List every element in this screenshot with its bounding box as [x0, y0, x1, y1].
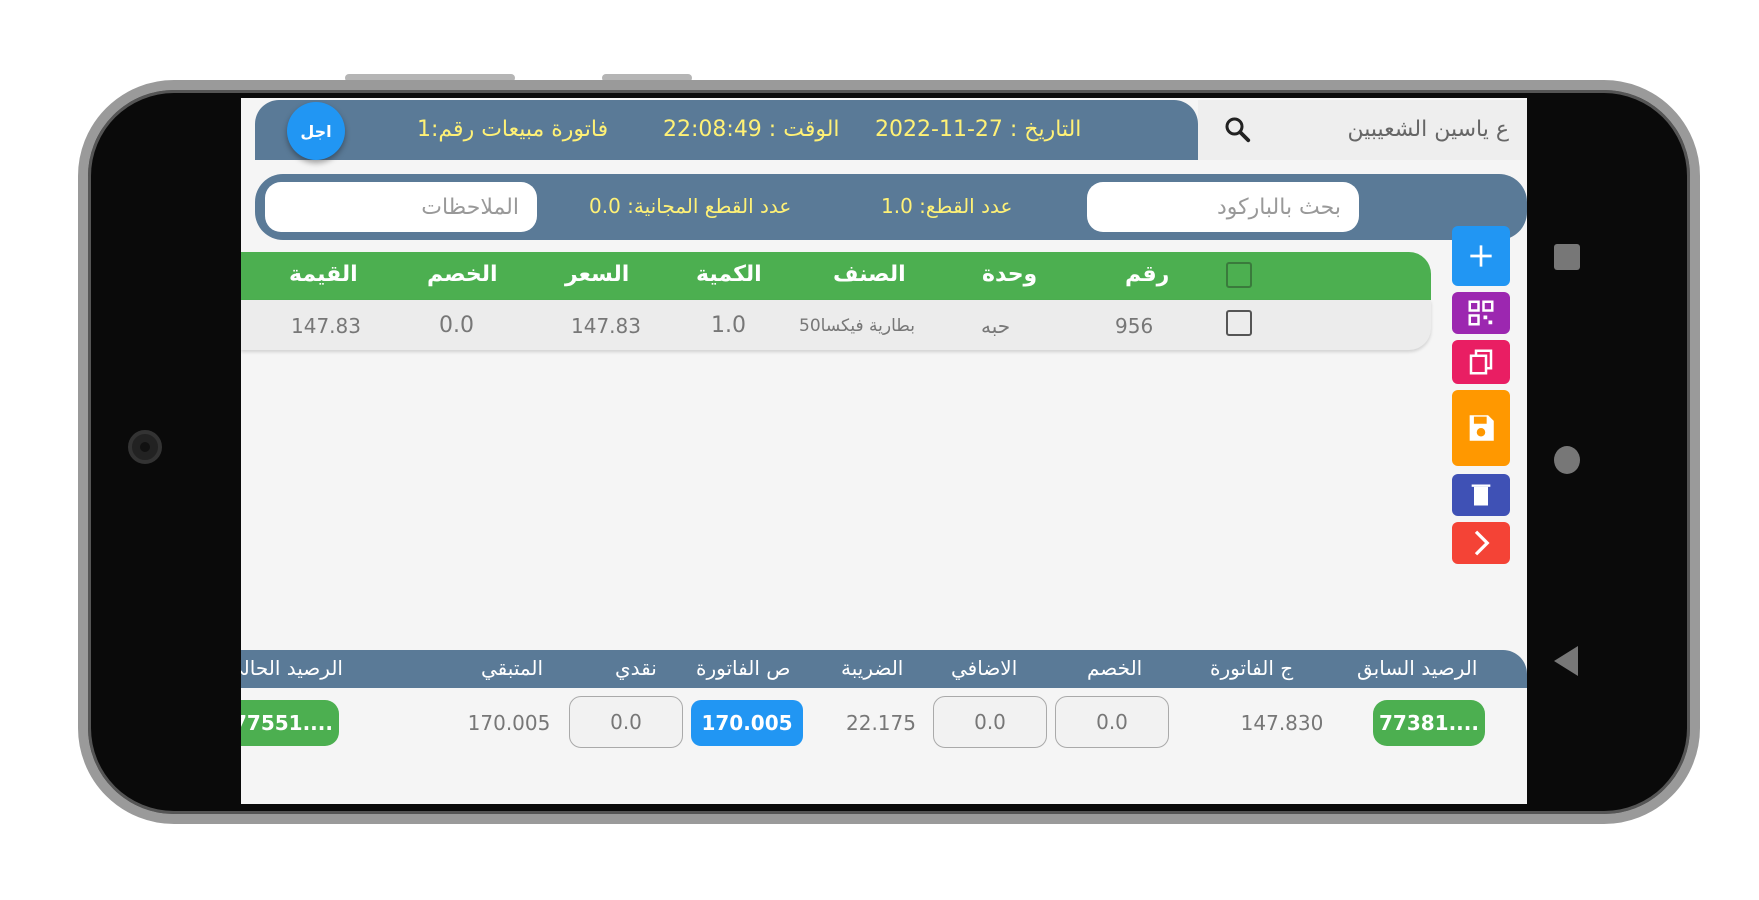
payment-type-button[interactable]: اجل	[287, 102, 345, 160]
table-row[interactable]: 956 حبه 50بطارية فيكسا 1.0 147.83 0.0 14…	[241, 300, 1431, 350]
next-icon	[1474, 530, 1490, 556]
pieces-count: عدد القطع: 1.0	[881, 194, 1013, 218]
column-price: السعر	[565, 262, 630, 287]
remaining-value: 170.005	[467, 711, 551, 735]
row-quantity: 1.0	[711, 313, 746, 338]
column-item: الصنف	[833, 262, 906, 287]
add-item-button[interactable]	[1452, 226, 1510, 286]
header-discount: الخصم	[1087, 656, 1143, 680]
row-number: 956	[1115, 314, 1154, 338]
column-value: القيمة	[289, 262, 358, 287]
search-icon[interactable]	[1222, 114, 1252, 144]
row-item: 50بطارية فيكسا	[799, 316, 915, 336]
free-pieces-count: عدد القطع المجانية: 0.0	[589, 194, 792, 218]
row-value: 147.83	[291, 314, 361, 338]
next-button[interactable]	[1452, 522, 1510, 564]
column-quantity: الكمية	[696, 262, 762, 287]
totals-header: الرصيد السابق ج الفاتورة الخصم الاضافي ا…	[241, 650, 1527, 688]
scan-qr-button[interactable]	[1452, 292, 1510, 334]
cash-input[interactable]: 0.0	[569, 696, 683, 748]
column-number: رقم	[1125, 262, 1170, 287]
header-invoice-total: ج الفاتورة	[1210, 656, 1294, 680]
delete-invoice-button[interactable]	[1452, 474, 1510, 516]
plus-icon	[1470, 245, 1492, 267]
previous-balance-value: 77381....	[1373, 700, 1485, 746]
select-all-checkbox[interactable]	[1226, 262, 1252, 288]
row-unit: حبه	[981, 314, 1011, 338]
app-screen: التاريخ : 27-11-2022 الوقت : 22:08:49 فا…	[241, 98, 1527, 804]
barcode-search-input[interactable]: بحث بالباركود	[1087, 182, 1359, 232]
invoice-info-bar: بحث بالباركود عدد القطع: 1.0 عدد القطع ا…	[255, 174, 1527, 240]
row-price: 147.83	[571, 314, 641, 338]
customer-name: ع ياسين الشعيبين	[1347, 117, 1509, 142]
notes-input[interactable]: الملاحظات	[265, 182, 537, 232]
header-net-invoice: ص الفاتورة	[696, 656, 791, 680]
header-previous-balance: الرصيد السابق	[1357, 656, 1478, 680]
invoice-number: فاتورة مبيعات رقم:1	[417, 117, 609, 142]
save-invoice-button[interactable]	[1452, 390, 1510, 466]
save-icon	[1469, 415, 1494, 441]
invoice-date: التاريخ : 27-11-2022	[875, 117, 1082, 142]
home-button[interactable]	[1554, 446, 1580, 474]
recent-apps-button[interactable]	[1554, 244, 1580, 270]
additional-input[interactable]: 0.0	[933, 696, 1047, 748]
invoice-header-bar: التاريخ : 27-11-2022 الوقت : 22:08:49 فا…	[255, 100, 1198, 160]
delete-icon	[1471, 484, 1491, 506]
row-checkbox[interactable]	[1226, 310, 1252, 336]
header-cash: نقدي	[615, 656, 657, 680]
items-table-header: رقم وحدة الصنف الكمية السعر الخصم القيمة…	[241, 252, 1431, 300]
current-balance-value: 77551....	[241, 700, 339, 746]
column-discount: الخصم	[427, 262, 498, 287]
header-additional: الاضافي	[951, 656, 1018, 680]
discount-input[interactable]: 0.0	[1055, 696, 1169, 748]
header-tax: الضريبة	[841, 656, 904, 680]
back-button[interactable]	[1554, 646, 1578, 676]
invoice-total-value: 147.830	[1240, 711, 1324, 735]
qr-code-icon	[1468, 300, 1494, 326]
customer-selector[interactable]: ع ياسين الشعيبين	[1198, 100, 1527, 160]
net-invoice-value: 170.005	[691, 700, 803, 746]
header-current-balance: الرصيد الحالي	[241, 656, 343, 680]
invoice-time: الوقت : 22:08:49	[663, 117, 840, 142]
header-remaining: المتبقي	[481, 656, 544, 680]
column-unit: وحدة	[982, 262, 1038, 287]
front-camera	[128, 430, 162, 464]
copy-invoice-button[interactable]	[1452, 340, 1510, 384]
tax-value: 22.175	[846, 711, 916, 735]
row-discount: 0.0	[439, 313, 474, 338]
copy-icon	[1469, 349, 1493, 375]
